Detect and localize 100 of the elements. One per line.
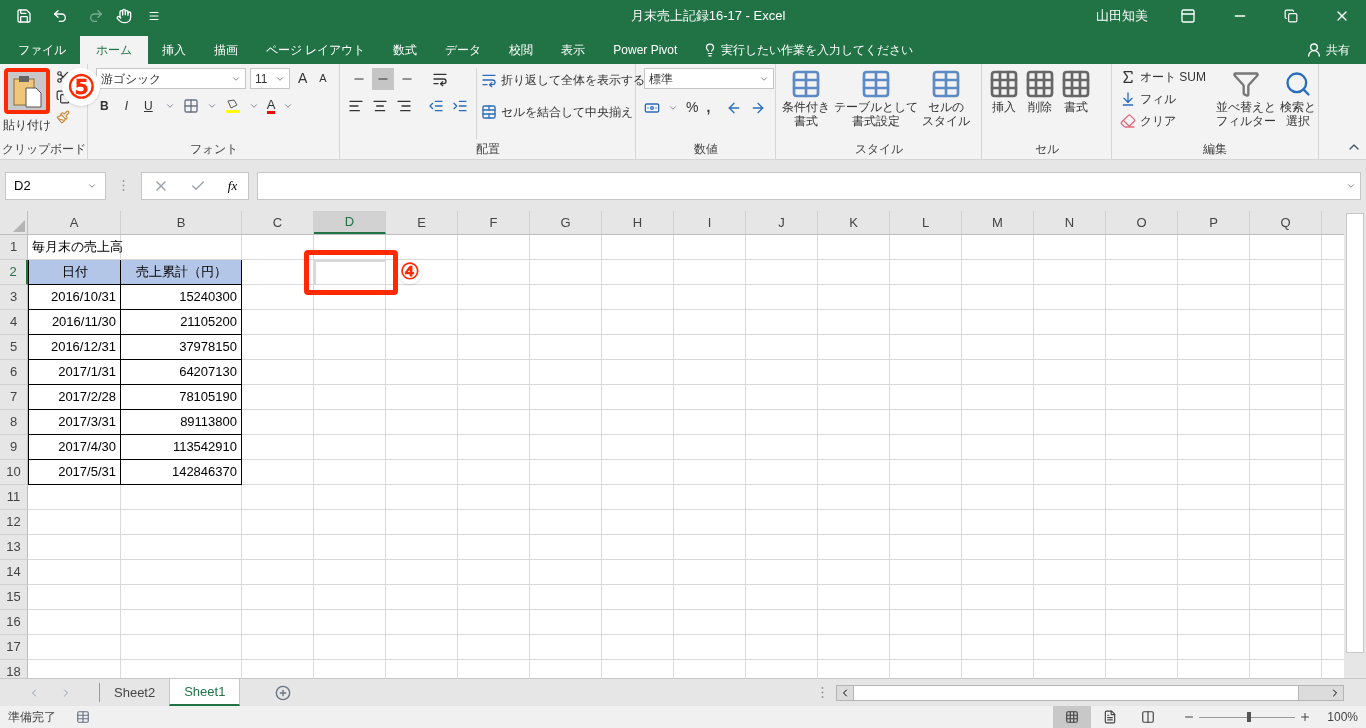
table-cell[interactable] xyxy=(314,310,386,335)
name-box[interactable]: D2 xyxy=(5,171,106,200)
row-header[interactable]: 12 xyxy=(0,510,28,535)
row-header[interactable]: 14 xyxy=(0,560,28,585)
table-cell[interactable]: 2017/5/31 xyxy=(28,460,121,485)
font-name-field[interactable]: 游ゴシック xyxy=(96,68,246,89)
column-header[interactable]: M xyxy=(962,211,1034,234)
font-style-button[interactable]: I xyxy=(120,97,132,115)
normal-view-icon[interactable] xyxy=(1053,706,1092,728)
table-cell[interactable] xyxy=(242,360,314,385)
row-header[interactable]: 5 xyxy=(0,335,28,360)
row-header[interactable]: 16 xyxy=(0,610,28,635)
percent-button[interactable]: % xyxy=(686,97,699,118)
table-cell[interactable] xyxy=(818,310,890,335)
table-cell[interactable] xyxy=(242,235,314,260)
table-cell[interactable] xyxy=(1178,285,1250,310)
table-cell[interactable]: 89113800 xyxy=(121,410,242,435)
table-cell[interactable] xyxy=(242,635,314,660)
row-header[interactable]: 9 xyxy=(0,435,28,460)
table-cell[interactable] xyxy=(890,485,962,510)
table-cell[interactable] xyxy=(1034,585,1106,610)
table-cell[interactable] xyxy=(1034,335,1106,360)
ribbon-tab[interactable]: 描画 xyxy=(200,36,252,64)
table-cell[interactable] xyxy=(314,385,386,410)
new-sheet-icon[interactable] xyxy=(274,684,291,701)
table-cell[interactable] xyxy=(1106,435,1178,460)
table-cell[interactable] xyxy=(1106,610,1178,635)
table-cell[interactable] xyxy=(386,535,458,560)
table-cell[interactable] xyxy=(674,560,746,585)
table-cell[interactable] xyxy=(530,260,602,285)
fill-button[interactable]: フィル xyxy=(1120,90,1206,108)
table-cell[interactable] xyxy=(242,385,314,410)
clear-button[interactable]: クリア xyxy=(1120,112,1206,130)
table-cell[interactable] xyxy=(1178,435,1250,460)
table-cell[interactable] xyxy=(386,610,458,635)
ribbon-tab[interactable]: 挿入 xyxy=(148,36,200,64)
table-cell[interactable] xyxy=(314,485,386,510)
table-cell[interactable] xyxy=(1250,385,1322,410)
table-cell[interactable] xyxy=(962,635,1034,660)
table-cell[interactable] xyxy=(530,510,602,535)
table-cell[interactable] xyxy=(458,635,530,660)
selected-cell[interactable] xyxy=(314,260,386,285)
ribbon-tab[interactable]: 表示 xyxy=(547,36,600,64)
table-cell[interactable]: 15240300 xyxy=(121,285,242,310)
number-format-field[interactable]: 標準 xyxy=(644,68,774,89)
table-cell[interactable] xyxy=(242,435,314,460)
table-cell[interactable] xyxy=(1034,285,1106,310)
table-cell[interactable] xyxy=(386,285,458,310)
column-header[interactable]: H xyxy=(602,211,674,234)
table-cell[interactable] xyxy=(746,260,818,285)
table-cell[interactable] xyxy=(314,510,386,535)
table-cell[interactable] xyxy=(602,385,674,410)
table-cell[interactable] xyxy=(818,485,890,510)
table-cell[interactable] xyxy=(602,485,674,510)
table-cell[interactable]: ④ xyxy=(386,260,458,285)
table-cell[interactable] xyxy=(818,260,890,285)
table-cell[interactable] xyxy=(1250,285,1322,310)
table-cell[interactable] xyxy=(1034,635,1106,660)
table-cell[interactable] xyxy=(1178,235,1250,260)
table-cell[interactable] xyxy=(1178,510,1250,535)
ribbon-button[interactable]: 条件付き 書式 xyxy=(780,68,832,139)
table-cell[interactable] xyxy=(28,610,121,635)
table-cell[interactable] xyxy=(674,585,746,610)
table-cell[interactable] xyxy=(386,410,458,435)
table-cell[interactable] xyxy=(746,335,818,360)
align-left-icon[interactable] xyxy=(348,98,364,114)
table-cell[interactable] xyxy=(530,335,602,360)
table-cell[interactable] xyxy=(242,510,314,535)
table-cell[interactable] xyxy=(1034,260,1106,285)
indent-increase-icon[interactable] xyxy=(452,98,468,114)
row-header[interactable]: 10 xyxy=(0,460,28,485)
table-cell[interactable] xyxy=(818,585,890,610)
table-cell[interactable]: 37978150 xyxy=(121,335,242,360)
table-cell[interactable]: 142846370 xyxy=(121,460,242,485)
table-cell[interactable] xyxy=(674,610,746,635)
table-cell[interactable] xyxy=(1106,635,1178,660)
grow-font-button[interactable]: A xyxy=(294,68,312,89)
table-cell[interactable] xyxy=(962,335,1034,360)
macro-record-icon[interactable] xyxy=(76,710,90,724)
row-header[interactable]: 2 xyxy=(0,260,28,285)
table-cell[interactable] xyxy=(530,460,602,485)
comma-button[interactable]: , xyxy=(706,97,711,118)
table-cell[interactable] xyxy=(1034,360,1106,385)
table-cell[interactable] xyxy=(314,460,386,485)
table-cell[interactable] xyxy=(28,635,121,660)
table-cell[interactable] xyxy=(962,385,1034,410)
table-cell[interactable] xyxy=(674,260,746,285)
table-cell[interactable] xyxy=(242,335,314,360)
column-header[interactable]: K xyxy=(818,211,890,234)
table-cell[interactable] xyxy=(1106,285,1178,310)
ribbon-tab[interactable]: ページ レイアウト xyxy=(252,36,380,64)
table-cell[interactable] xyxy=(962,460,1034,485)
table-cell[interactable] xyxy=(314,535,386,560)
table-cell[interactable] xyxy=(1250,485,1322,510)
column-header[interactable]: J xyxy=(746,211,818,234)
zoom-in-icon[interactable] xyxy=(1299,711,1312,723)
table-cell[interactable] xyxy=(962,585,1034,610)
table-cell[interactable] xyxy=(818,235,890,260)
ribbon-button[interactable]: 書式 xyxy=(1058,68,1094,139)
table-cell[interactable] xyxy=(962,235,1034,260)
